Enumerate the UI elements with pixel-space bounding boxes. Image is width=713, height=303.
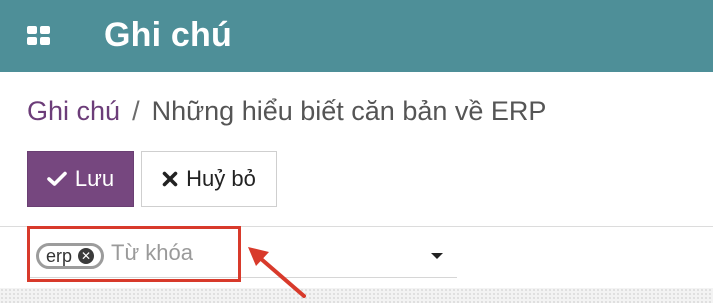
breadcrumb-current: Những hiểu biết căn bản về ERP	[151, 96, 547, 126]
dropdown-caret-icon[interactable]	[431, 253, 443, 259]
annotation-arrow-icon	[248, 247, 306, 298]
breadcrumb-separator: /	[132, 96, 140, 126]
form-sheet-background	[0, 288, 713, 303]
breadcrumb-parent-link[interactable]: Ghi chú	[27, 96, 120, 126]
check-icon	[47, 171, 67, 186]
save-button[interactable]: Lưu	[27, 151, 134, 207]
discard-button-label: Huỷ bỏ	[186, 166, 256, 191]
x-icon	[162, 171, 178, 187]
grid-icon[interactable]	[27, 26, 50, 46]
breadcrumb: Ghi chú / Những hiểu biết căn bản về ERP	[27, 93, 546, 129]
app-title: Ghi chú	[104, 16, 232, 54]
discard-button[interactable]: Huỷ bỏ	[141, 151, 277, 207]
top-bar: Ghi chú	[0, 0, 713, 72]
annotation-highlight-box	[27, 226, 241, 282]
save-button-label: Lưu	[74, 166, 115, 191]
